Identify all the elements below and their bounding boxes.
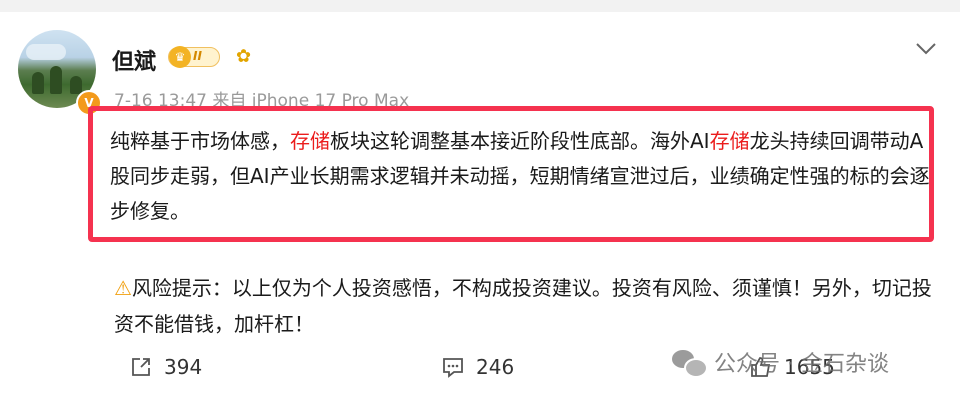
chevron-down-icon[interactable] (914, 40, 938, 58)
post-text-part: 板块这轮调整基本接近阶段性底部。海外AI (330, 129, 710, 153)
comment-count: 246 (476, 355, 515, 379)
risk-disclaimer: ⚠风险提示：以上仅为个人投资感悟，不构成投资建议。投资有风险、须谨慎！另外，切记… (114, 270, 934, 342)
wechat-icon (672, 348, 708, 378)
username[interactable]: 但斌 (112, 44, 156, 76)
repost-button[interactable]: 394 (128, 354, 202, 380)
avatar-tree (50, 66, 62, 94)
level-badge[interactable]: ♛ II (168, 46, 220, 68)
repost-count: 394 (164, 355, 203, 379)
share-icon (132, 358, 150, 376)
keyword-storage[interactable]: 存储 (710, 129, 750, 153)
avatar-tree (70, 76, 82, 94)
level-label: II (193, 49, 202, 63)
sunflower-icon: ✿ (236, 46, 252, 67)
avatar-cloud (26, 44, 66, 60)
avatar-tree (32, 72, 44, 94)
comment-button[interactable]: 246 (440, 354, 514, 380)
post-text-part: 纯粹基于市场体感， (110, 129, 290, 153)
risk-text: 风险提示：以上仅为个人投资感悟，不构成投资建议。投资有风险、须谨慎！另外，切记投… (114, 276, 932, 336)
watermark: 公众号 · 金石杂谈 (672, 346, 889, 378)
comment-icon (443, 358, 463, 378)
post-text: 纯粹基于市场体感，存储板块这轮调整基本接近阶段性底部。海外AI存储龙头持续回调带… (110, 124, 935, 229)
warning-icon: ⚠ (114, 276, 132, 300)
crown-icon: ♛ (169, 46, 191, 68)
watermark-text: 公众号 · 金石杂谈 (714, 352, 889, 377)
keyword-storage[interactable]: 存储 (290, 129, 330, 153)
